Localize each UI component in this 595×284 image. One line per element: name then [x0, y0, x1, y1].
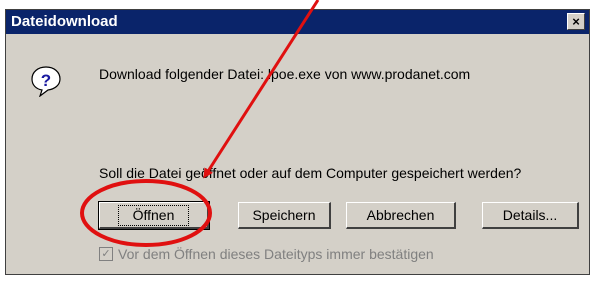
- annotation-circle: [80, 179, 212, 247]
- annotation-overlay: [80, 0, 320, 247]
- annotation-arrow: [203, 0, 320, 179]
